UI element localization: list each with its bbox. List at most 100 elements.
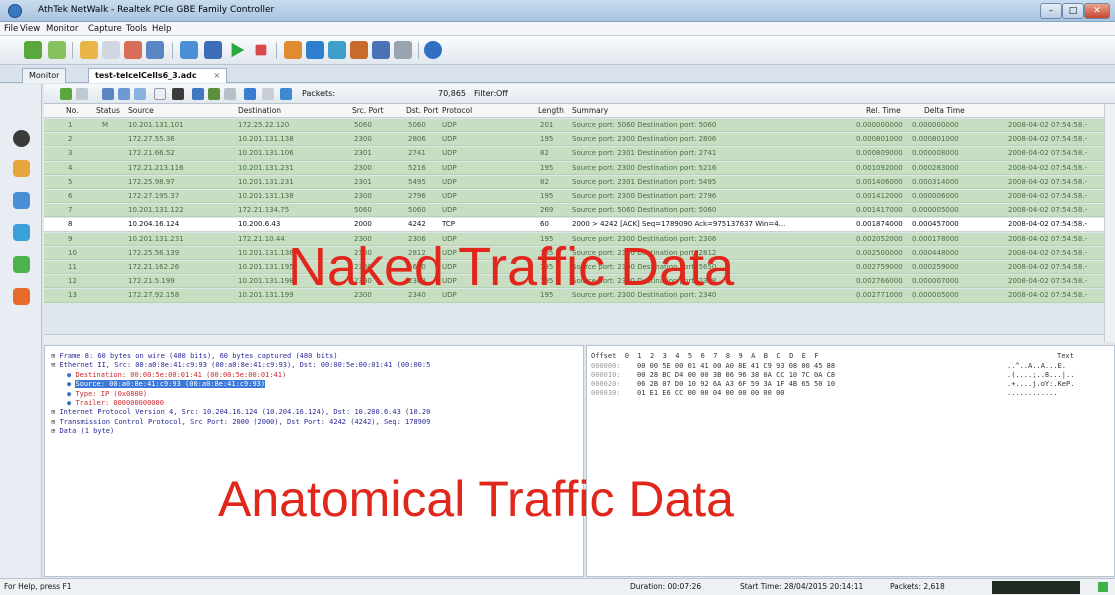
help-icon[interactable]	[424, 41, 442, 59]
report-icon[interactable]	[372, 41, 390, 59]
detail-node[interactable]: ⊞ Frame 8: 60 bytes on wire (480 bits), …	[51, 352, 579, 360]
col-source[interactable]: Source	[128, 106, 154, 115]
table-row[interactable]: 7 10.201.131.122 172.21.134.75 5060 5060 UDP 2…	[44, 204, 1104, 218]
menu-capture[interactable]: Capture	[88, 24, 122, 34]
detail-text: Source: 00:a0:8e:41:c9:93 (00:a0:8e:41:c…	[75, 380, 266, 389]
row-summary: 2000 > 4242 [ACK] Seq=1789090 Ack=975137…	[572, 220, 786, 229]
col-no[interactable]: No.	[66, 106, 78, 115]
copy-icon[interactable]	[154, 88, 166, 100]
settings-icon[interactable]	[394, 41, 412, 59]
maximize-button[interactable]: □	[1062, 3, 1084, 19]
tab-close-icon[interactable]: ×	[213, 71, 220, 80]
close-window-button[interactable]: ✕	[1084, 3, 1110, 19]
back-icon[interactable]	[24, 41, 42, 59]
hex-bytes: 00 28 BC D4 00 00 3B 06 96 38 0A CC 10 7…	[637, 371, 836, 379]
menu-view[interactable]: View	[20, 24, 40, 34]
detail-node[interactable]: ● Destination: 00:00:5e:00:01:41 (00:00:…	[67, 371, 595, 379]
filter-icon[interactable]	[306, 41, 324, 59]
packet-list-hscrollbar[interactable]	[44, 334, 1104, 344]
adapter-icon[interactable]	[180, 41, 198, 59]
col-rel-time[interactable]: Rel. Time	[866, 106, 901, 115]
detail-node[interactable]: ● Type: IP (0x0800)	[67, 390, 595, 398]
statistics-icon[interactable]	[284, 41, 302, 59]
filter-status[interactable]: Off	[496, 89, 508, 98]
row-length: 201	[540, 121, 554, 129]
row-destination: 172.25.22.120	[238, 121, 290, 129]
users-icon[interactable]	[350, 41, 368, 59]
mark-icon[interactable]	[208, 88, 220, 100]
row-source: 172.27.195.37	[128, 192, 180, 200]
table-row[interactable]: 6 172.27.195.37 10.201.131.138 2300 2796 UDP 1…	[44, 190, 1104, 204]
table-row[interactable]: 2 172.27.55.36 10.201.131.138 2300 2806 UDP 19…	[44, 133, 1104, 147]
clear-filter-icon[interactable]	[262, 88, 274, 100]
col-dst-port[interactable]: Dst. Port	[406, 106, 438, 115]
detail-node[interactable]: ⊞ Data (1 byte)	[51, 427, 579, 435]
view-hex-icon[interactable]	[134, 88, 146, 100]
col-delta-time[interactable]: Delta Time	[924, 106, 965, 115]
minimize-button[interactable]: –	[1040, 3, 1062, 19]
packets-icon[interactable]	[13, 160, 30, 177]
table-row[interactable]: 8 10.204.16.124 10.200.6.43 2000 4242 TCP 60 20…	[44, 218, 1104, 232]
row-dst-port: 5060	[408, 206, 426, 215]
hex-ascii: .(....;..8...|..	[1007, 371, 1075, 379]
row-dst-port: 5216	[408, 163, 426, 172]
conversations-icon[interactable]	[13, 192, 30, 209]
menu-help[interactable]: Help	[152, 24, 171, 34]
new-capture-icon[interactable]	[124, 41, 142, 59]
tab-monitor[interactable]: Monitor	[22, 68, 67, 83]
menu-tools[interactable]: Tools	[126, 24, 147, 34]
view-detail-icon[interactable]	[118, 88, 130, 100]
detail-node[interactable]: ● Source: 00:a0:8e:41:c9:93 (00:a0:8e:41…	[67, 380, 595, 389]
row-destination: 10.201.131.231	[238, 163, 294, 172]
table-row[interactable]: 5 172.25.98.97 10.201.131.231 2301 5495 UDP 82…	[44, 175, 1104, 189]
options-icon[interactable]	[224, 88, 236, 100]
row-source: 10.201.131.101	[128, 121, 184, 129]
monitor-icon[interactable]	[13, 224, 30, 241]
col-summary[interactable]: Summary	[572, 106, 608, 115]
detail-text: Trailer: 000000000000	[75, 399, 164, 407]
capture-icon[interactable]	[13, 130, 30, 147]
nav-forward-icon[interactable]	[76, 88, 88, 100]
row-length: 60	[540, 220, 549, 229]
nav-back-icon[interactable]	[60, 88, 72, 100]
table-row[interactable]: 4 172.21.213.116 10.201.131.231 2300 5216 UDP…	[44, 161, 1104, 175]
hosts-icon[interactable]	[13, 256, 30, 273]
menu-monitor[interactable]: Monitor	[46, 24, 78, 34]
detail-node[interactable]: ⊞ Ethernet II, Src: 00:a0:8e:41:c9:93 (0…	[51, 361, 579, 369]
open-folder-icon[interactable]	[80, 41, 98, 59]
search-icon[interactable]	[328, 41, 346, 59]
forward-icon[interactable]	[48, 41, 66, 59]
find-icon[interactable]	[192, 88, 204, 100]
stop-capture-icon[interactable]	[255, 44, 267, 56]
col-destination[interactable]: Destination	[238, 106, 281, 115]
save-icon[interactable]	[146, 41, 164, 59]
col-status[interactable]: Status	[96, 106, 120, 115]
packet-list-header: No. Status Source Destination Src. Port …	[44, 104, 1104, 118]
protocols-icon[interactable]	[13, 288, 30, 305]
col-protocol[interactable]: Protocol	[442, 106, 472, 115]
tab-monitor-label: Monitor	[29, 71, 60, 80]
detail-node[interactable]: ⊞ Transmission Control Protocol, Src Por…	[51, 418, 579, 426]
table-row[interactable]: 1 M 10.201.131.101 172.25.22.120 5060 5060 UDP…	[44, 119, 1104, 133]
packet-list-scrollbar[interactable]	[1104, 104, 1115, 342]
hex-header: Offset 0 1 2 3 4 5 6 7 8 9 A B C D E F	[591, 352, 819, 360]
row-length: 195	[540, 163, 554, 172]
color-rules-icon[interactable]	[280, 88, 292, 100]
start-capture-icon[interactable]	[231, 42, 245, 58]
detail-node[interactable]: ● Trailer: 000000000000	[67, 399, 595, 407]
display-filter-icon[interactable]	[244, 88, 256, 100]
row-source: 10.204.16.124	[128, 220, 180, 229]
tab-capture-file[interactable]: test-telcelCells6_3.adc ×	[88, 68, 228, 83]
menu-file[interactable]: File	[4, 24, 18, 34]
dropdown-icon[interactable]	[102, 41, 120, 59]
row-length: 82	[540, 177, 549, 186]
table-row[interactable]: 3 172.21.66.52 10.201.131.106 2301 2741 UDP 82…	[44, 147, 1104, 161]
col-src-port[interactable]: Src. Port	[352, 106, 383, 115]
detail-node[interactable]: ⊞ Internet Protocol Version 4, Src: 10.2…	[51, 408, 579, 416]
dollar-icon[interactable]	[172, 88, 184, 100]
detail-text: Destination: 00:00:5e:00:01:41 (00:00:5e…	[75, 370, 287, 379]
network-icon[interactable]	[204, 41, 222, 59]
view-list-icon[interactable]	[102, 88, 114, 100]
row-src-port: 2301	[354, 177, 372, 186]
col-length[interactable]: Length	[538, 106, 564, 115]
